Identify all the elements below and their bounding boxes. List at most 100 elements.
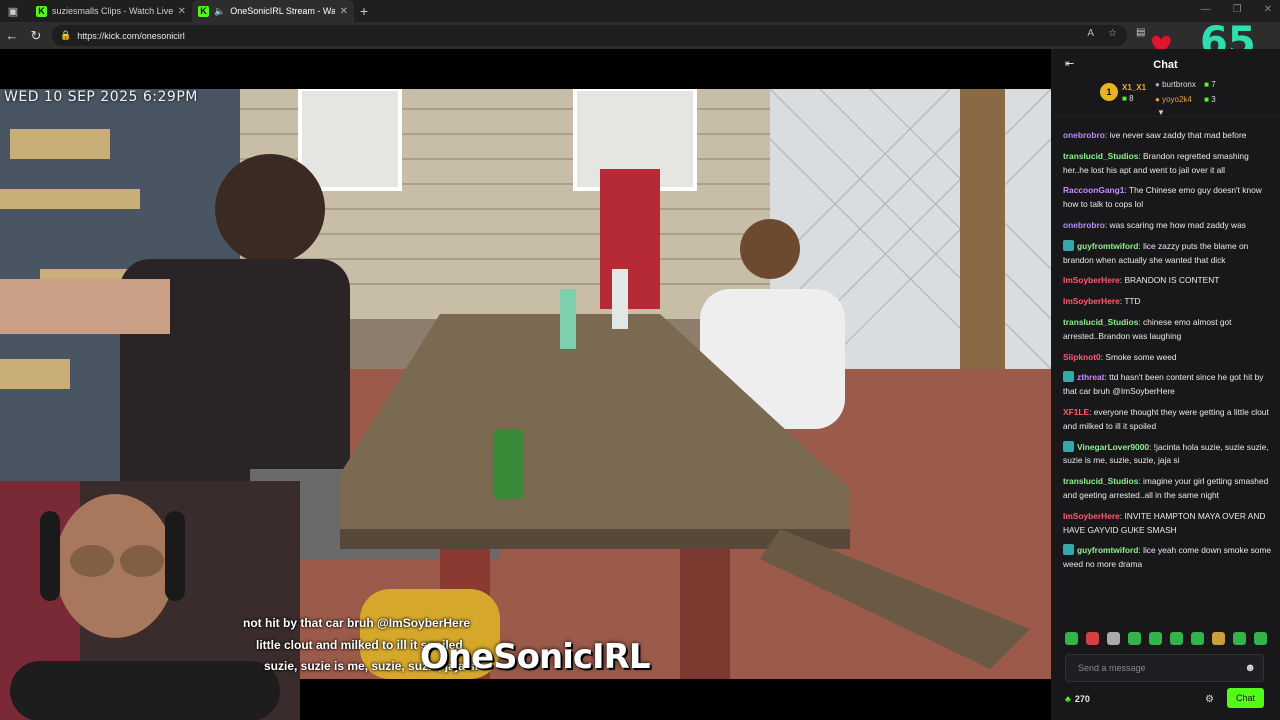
medal-icon: ● <box>1155 95 1160 104</box>
emote-icon[interactable] <box>1086 632 1099 645</box>
emote-icon[interactable] <box>1254 632 1267 645</box>
user-badge-icon <box>1063 440 1074 452</box>
emoji-icon[interactable]: ☻ <box>1244 662 1256 674</box>
tab-title: suziesmalls Clips - Watch Live on <box>52 6 173 16</box>
tab-suziesmalls[interactable]: K suziesmalls Clips - Watch Live on ✕ <box>30 0 192 22</box>
extension-icons: ▤ <box>1136 27 1145 38</box>
expand-leaderboard-icon[interactable]: ▼ <box>1157 108 1165 117</box>
collapse-chat-icon[interactable]: ⇤ <box>1065 57 1074 70</box>
chat-panel: ⇤ Chat 1 X1_X1 ■ 8 ● burtbronx ■ 7 ● yoy… <box>1051 49 1280 720</box>
tab-actions-icon[interactable]: ▣ <box>0 0 26 22</box>
user-badge-icon <box>1063 371 1074 383</box>
new-tab-button[interactable]: + <box>354 3 374 19</box>
maximize-icon[interactable]: ❐ <box>1233 4 1242 15</box>
user-badge-icon <box>1063 544 1074 556</box>
chat-username[interactable]: RaccoonGang1 <box>1063 185 1124 195</box>
gift-icon: ■ <box>1204 80 1209 89</box>
medal-icon: ● <box>1155 80 1160 89</box>
leader-entry[interactable]: ● burtbronx ■ 7 <box>1155 80 1216 89</box>
channel-points[interactable]: ♣ 270 <box>1065 694 1090 704</box>
chat-message-list[interactable]: onebrobro: ive never saw zaddy that mad … <box>1063 129 1273 579</box>
chat-title: Chat <box>1153 59 1178 71</box>
chat-username[interactable]: translucid_Studios <box>1063 317 1138 327</box>
speaker-icon[interactable]: 🔈 <box>214 6 225 17</box>
emote-icon[interactable] <box>1107 632 1120 645</box>
chat-username[interactable]: zthreat <box>1077 372 1104 382</box>
leader-count: ■ 8 <box>1122 94 1134 103</box>
reload-icon[interactable]: ↻ <box>24 28 48 44</box>
tab-title: OneSonicIRL Stream - Watch <box>230 6 335 16</box>
chat-username[interactable]: onebrobro <box>1063 130 1105 140</box>
stream-brand-watermark: OneSonicIRL <box>420 637 651 677</box>
chat-username[interactable]: translucid_Studios <box>1063 151 1138 161</box>
chat-username[interactable]: ImSoyberHere <box>1063 511 1120 521</box>
address-bar-row: ← ↻ 🔒 https://kick.com/onesonicirl A ☆ ▤ <box>0 22 1280 49</box>
close-tab-icon[interactable]: ✕ <box>178 6 186 17</box>
chat-message-input[interactable]: Send a message ☻ <box>1065 654 1264 682</box>
kick-favicon-icon: K <box>36 5 47 17</box>
close-tab-icon[interactable]: ✕ <box>340 6 348 17</box>
lock-icon: 🔒 <box>60 30 72 40</box>
window-controls: — ❐ ✕ <box>1201 4 1272 15</box>
chat-message: XF1LE: everyone thought they were gettin… <box>1063 406 1273 434</box>
gift-icon: ■ <box>1122 94 1127 103</box>
chat-settings-gear-icon[interactable]: ⚙ <box>1205 694 1214 705</box>
emote-icon[interactable] <box>1065 632 1078 645</box>
chat-message: VinegarLover9000: !jacinta hola suzie, s… <box>1063 440 1273 469</box>
url-actions: A ☆ <box>1087 28 1117 39</box>
browser-tabstrip: ▣ K suziesmalls Clips - Watch Live on ✕ … <box>0 0 1280 22</box>
send-chat-button[interactable]: Chat <box>1227 688 1264 708</box>
chat-message: zthreat: ttd hasn't been content since h… <box>1063 371 1273 399</box>
chat-message: guyfromtwiford: lice zazzy puts the blam… <box>1063 239 1273 268</box>
emote-icon[interactable] <box>1149 632 1162 645</box>
chat-message-text: was scaring me how mad zaddy was <box>1109 219 1246 230</box>
chat-message: onebrobro: was scaring me how mad zaddy … <box>1063 219 1273 233</box>
chat-input-placeholder: Send a message <box>1078 663 1146 673</box>
chat-username[interactable]: ImSoyberHere <box>1063 296 1120 306</box>
leader-name[interactable]: X1_X1 <box>1122 83 1146 92</box>
video-player[interactable]: WED 10 SEP 2025 6:29PM not hit by that c… <box>0 49 1051 720</box>
chat-footer: ♣ 270 ⚙ Chat <box>1065 688 1264 710</box>
emote-icon[interactable] <box>1170 632 1183 645</box>
chat-message: translucid_Studios: chinese emo almost g… <box>1063 316 1273 344</box>
chat-header: ⇤ Chat <box>1051 49 1280 79</box>
emote-icon[interactable] <box>1233 632 1246 645</box>
kick-favicon-icon: K <box>198 5 209 17</box>
chat-message: onebrobro: ive never saw zaddy that mad … <box>1063 129 1273 143</box>
emote-bar <box>1065 632 1267 645</box>
url-field[interactable]: 🔒 https://kick.com/onesonicirl A ☆ <box>52 25 1127 46</box>
webcam-inset <box>0 481 300 720</box>
chat-message: ImSoyberHere: INVITE HAMPTON MAYA OVER A… <box>1063 510 1273 538</box>
chat-message: RaccoonGang1: The Chinese emo guy doesn'… <box>1063 184 1273 212</box>
chat-username[interactable]: onebrobro <box>1063 220 1105 230</box>
emote-icon[interactable] <box>1212 632 1225 645</box>
chat-message-text: TTD <box>1124 296 1141 307</box>
emote-icon[interactable] <box>1191 632 1204 645</box>
stream-timestamp: WED 10 SEP 2025 6:29PM <box>4 89 198 105</box>
chat-username[interactable]: Slipknot0 <box>1063 352 1101 362</box>
emote-icon[interactable] <box>1128 632 1141 645</box>
url-text: https://kick.com/onesonicirl <box>77 30 185 41</box>
minimize-icon[interactable]: — <box>1201 4 1211 15</box>
overlay-chat-line: not hit by that car bruh @ImSoyberHere <box>243 616 471 630</box>
points-icon: ♣ <box>1065 694 1071 704</box>
chat-username[interactable]: guyfromtwiford <box>1077 241 1138 251</box>
chat-username[interactable]: XF1LE <box>1063 407 1089 417</box>
chat-username[interactable]: translucid_Studios <box>1063 476 1138 486</box>
chat-username[interactable]: ImSoyberHere <box>1063 275 1120 285</box>
chat-message-text: ive never saw zaddy that mad before <box>1109 130 1247 140</box>
chat-username[interactable]: guyfromtwiford <box>1077 545 1138 555</box>
read-aloud-icon[interactable]: A <box>1087 28 1094 39</box>
tab-onesonicirl[interactable]: K 🔈 OneSonicIRL Stream - Watch ✕ <box>192 0 354 22</box>
back-arrow-icon[interactable]: ← <box>0 28 24 43</box>
chat-message: ImSoyberHere: BRANDON IS CONTENT <box>1063 274 1273 288</box>
chat-username[interactable]: VinegarLover9000 <box>1077 442 1149 452</box>
chat-message: translucid_Studios: imagine your girl ge… <box>1063 475 1273 503</box>
chat-message: translucid_Studios: Brandon regretted sm… <box>1063 150 1273 178</box>
close-window-icon[interactable]: ✕ <box>1264 4 1272 15</box>
favorite-star-icon[interactable]: ☆ <box>1108 28 1117 39</box>
leader-entry[interactable]: ● yoyo2k4 ■ 3 <box>1155 95 1216 104</box>
chat-message: Slipknot0: Smoke some weed <box>1063 351 1273 365</box>
chat-message-text: everyone thought they were getting a lit… <box>1063 406 1269 431</box>
extension-icon[interactable]: ▤ <box>1136 27 1145 38</box>
